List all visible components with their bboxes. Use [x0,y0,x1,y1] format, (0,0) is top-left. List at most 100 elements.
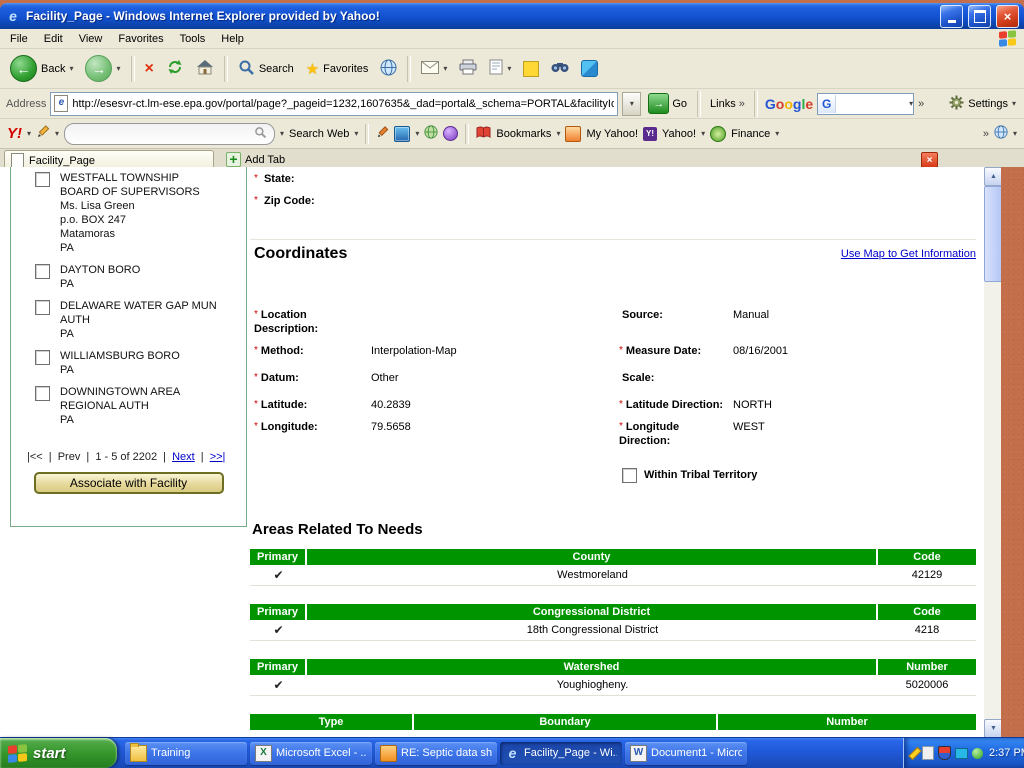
address-input[interactable]: e http://esesvr-ct.lm-ese.epa.gov/portal… [50,92,618,116]
menu-help[interactable]: Help [213,31,252,47]
finance-button[interactable]: Finance [731,128,770,140]
task-button-training[interactable]: Training [125,742,247,765]
tray-network-icon[interactable] [955,748,968,759]
tray-status-icon[interactable] [972,748,983,759]
column-header: Number [718,714,976,730]
my-yahoo-icon [565,126,581,142]
address-dropdown-button[interactable]: ▾ [622,92,641,116]
apps-dropdown-icon[interactable]: ▾ [415,129,419,138]
task-button-facility-page[interactable]: e Facility_Page - Wi... [500,742,622,765]
print-button[interactable] [454,51,482,87]
column-header: County [307,549,876,565]
ie-logo-icon: e [5,8,21,24]
primary-check-icon: ✔ [250,678,307,692]
address-bar: Address e http://esesvr-ct.lm-ese.epa.go… [0,89,1024,119]
yahoo-home-button[interactable]: Yahoo! [662,128,696,140]
menu-view[interactable]: View [71,31,111,47]
go-button[interactable]: → Go [645,93,690,114]
tray-document-icon[interactable] [922,746,934,760]
pagination-next[interactable]: Next [172,451,195,463]
mail-button[interactable]: ▾ [416,51,452,87]
task-button-outlook[interactable]: RE: Septic data sh... [375,742,497,765]
maximize-button[interactable] [968,5,991,28]
forward-dropdown-icon[interactable]: ▾ [116,64,120,73]
research-button[interactable] [546,51,574,87]
title-bar[interactable]: e Facility_Page - Windows Internet Explo… [0,3,1024,29]
search-button[interactable]: Search [233,51,299,87]
minimize-button[interactable] [940,5,963,28]
web-globe-icon[interactable] [424,125,438,142]
yahoo-overflow-chevron-icon[interactable]: » [983,128,989,140]
google-dropdown-icon[interactable]: ▾ [909,99,913,108]
address-url[interactable]: http://esesvr-ct.lm-ese.epa.gov/portal/p… [72,98,614,110]
menu-file[interactable]: File [2,31,36,47]
edit-dropdown-icon[interactable]: ▾ [507,64,511,73]
refresh-button[interactable] [161,51,189,87]
links-button[interactable]: Links » [708,98,747,110]
tribal-checkbox[interactable] [622,468,637,483]
bookmarks-button[interactable]: Bookmarks [496,128,551,140]
settings-button[interactable]: Settings ▾ [949,95,1018,113]
rewards-circle-icon[interactable] [443,126,458,141]
page-icon [489,59,503,78]
edit-button[interactable]: ▾ [484,51,516,87]
back-dropdown-icon[interactable]: ▾ [69,64,73,73]
status-dropdown-icon[interactable]: ▾ [1013,129,1017,138]
pagination-prev[interactable]: Prev [58,451,81,463]
yahoo-home-dropdown-icon[interactable]: ▾ [701,129,705,138]
pagination-first[interactable]: |<< [27,451,43,463]
forward-button[interactable]: → ▾ [80,51,125,87]
stop-button[interactable]: × [140,51,159,87]
associate-with-facility-button[interactable]: Associate with Facility [34,472,224,494]
apps-window-icon[interactable] [394,126,410,142]
use-map-link[interactable]: Use Map to Get Information [841,248,976,260]
task-button-word[interactable]: W Document1 - Micro... [625,742,747,765]
finance-dropdown-icon[interactable]: ▾ [775,129,779,138]
status-globe-icon[interactable] [994,125,1008,142]
pagination-separator: | [163,451,166,463]
menu-tools[interactable]: Tools [172,31,214,47]
org-checkbox[interactable] [35,300,50,315]
start-button[interactable]: start [0,738,117,768]
my-yahoo-button[interactable]: My Yahoo! [586,128,638,140]
bookmarks-dropdown-icon[interactable]: ▾ [556,129,560,138]
tray-pencil-icon[interactable] [908,746,921,759]
field-label: Scale: [622,372,654,384]
form-row: *Longitude: 79.5658 *Longitude Direction… [254,420,976,448]
close-window-button[interactable]: × [996,5,1019,28]
notes-button[interactable] [518,51,544,87]
menu-edit[interactable]: Edit [36,31,71,47]
compose-pencil-icon[interactable] [376,126,389,142]
back-button[interactable]: ← Back ▾ [5,51,78,87]
overflow-chevron-icon[interactable]: » [918,98,924,110]
org-checkbox[interactable] [35,264,50,279]
tray-shield-icon[interactable] [938,746,951,760]
favorites-button[interactable]: ★ Favorites [301,51,374,87]
excel-icon: X [255,745,272,762]
table-cell: 4218 [878,624,976,636]
pagination-last[interactable]: >>| [210,451,226,463]
pencil-icon[interactable] [36,125,50,142]
task-button-excel[interactable]: X Microsoft Excel - ... [250,742,372,765]
yahoo-logo[interactable]: Y! [7,125,22,142]
windows-flag-icon [8,744,27,763]
org-checkbox[interactable] [35,386,50,401]
org-checkbox[interactable] [35,350,50,365]
search-web-button[interactable]: Search Web [289,128,349,140]
home-button[interactable] [191,51,219,87]
coordinates-form: *Location Description: Source: Manual *M… [254,308,976,448]
yahoo-search-input[interactable] [64,123,275,145]
field-value: Manual [733,308,976,322]
history-button[interactable] [375,51,402,87]
messenger-button[interactable] [576,51,603,87]
org-checkbox[interactable] [35,172,50,187]
yahoo-search-dropdown-icon[interactable]: ▾ [280,129,284,138]
mail-dropdown-icon[interactable]: ▾ [443,64,447,73]
yahoo-logo-dropdown-icon[interactable]: ▾ [27,129,31,138]
menu-favorites[interactable]: Favorites [110,31,171,47]
search-web-dropdown-icon[interactable]: ▾ [354,129,358,138]
settings-label: Settings [968,98,1008,110]
vertical-scrollbar[interactable]: ▲ ▼ [984,167,1001,738]
pencil-dropdown-icon[interactable]: ▾ [55,129,59,138]
google-search-input[interactable]: G ▾ [817,93,914,115]
